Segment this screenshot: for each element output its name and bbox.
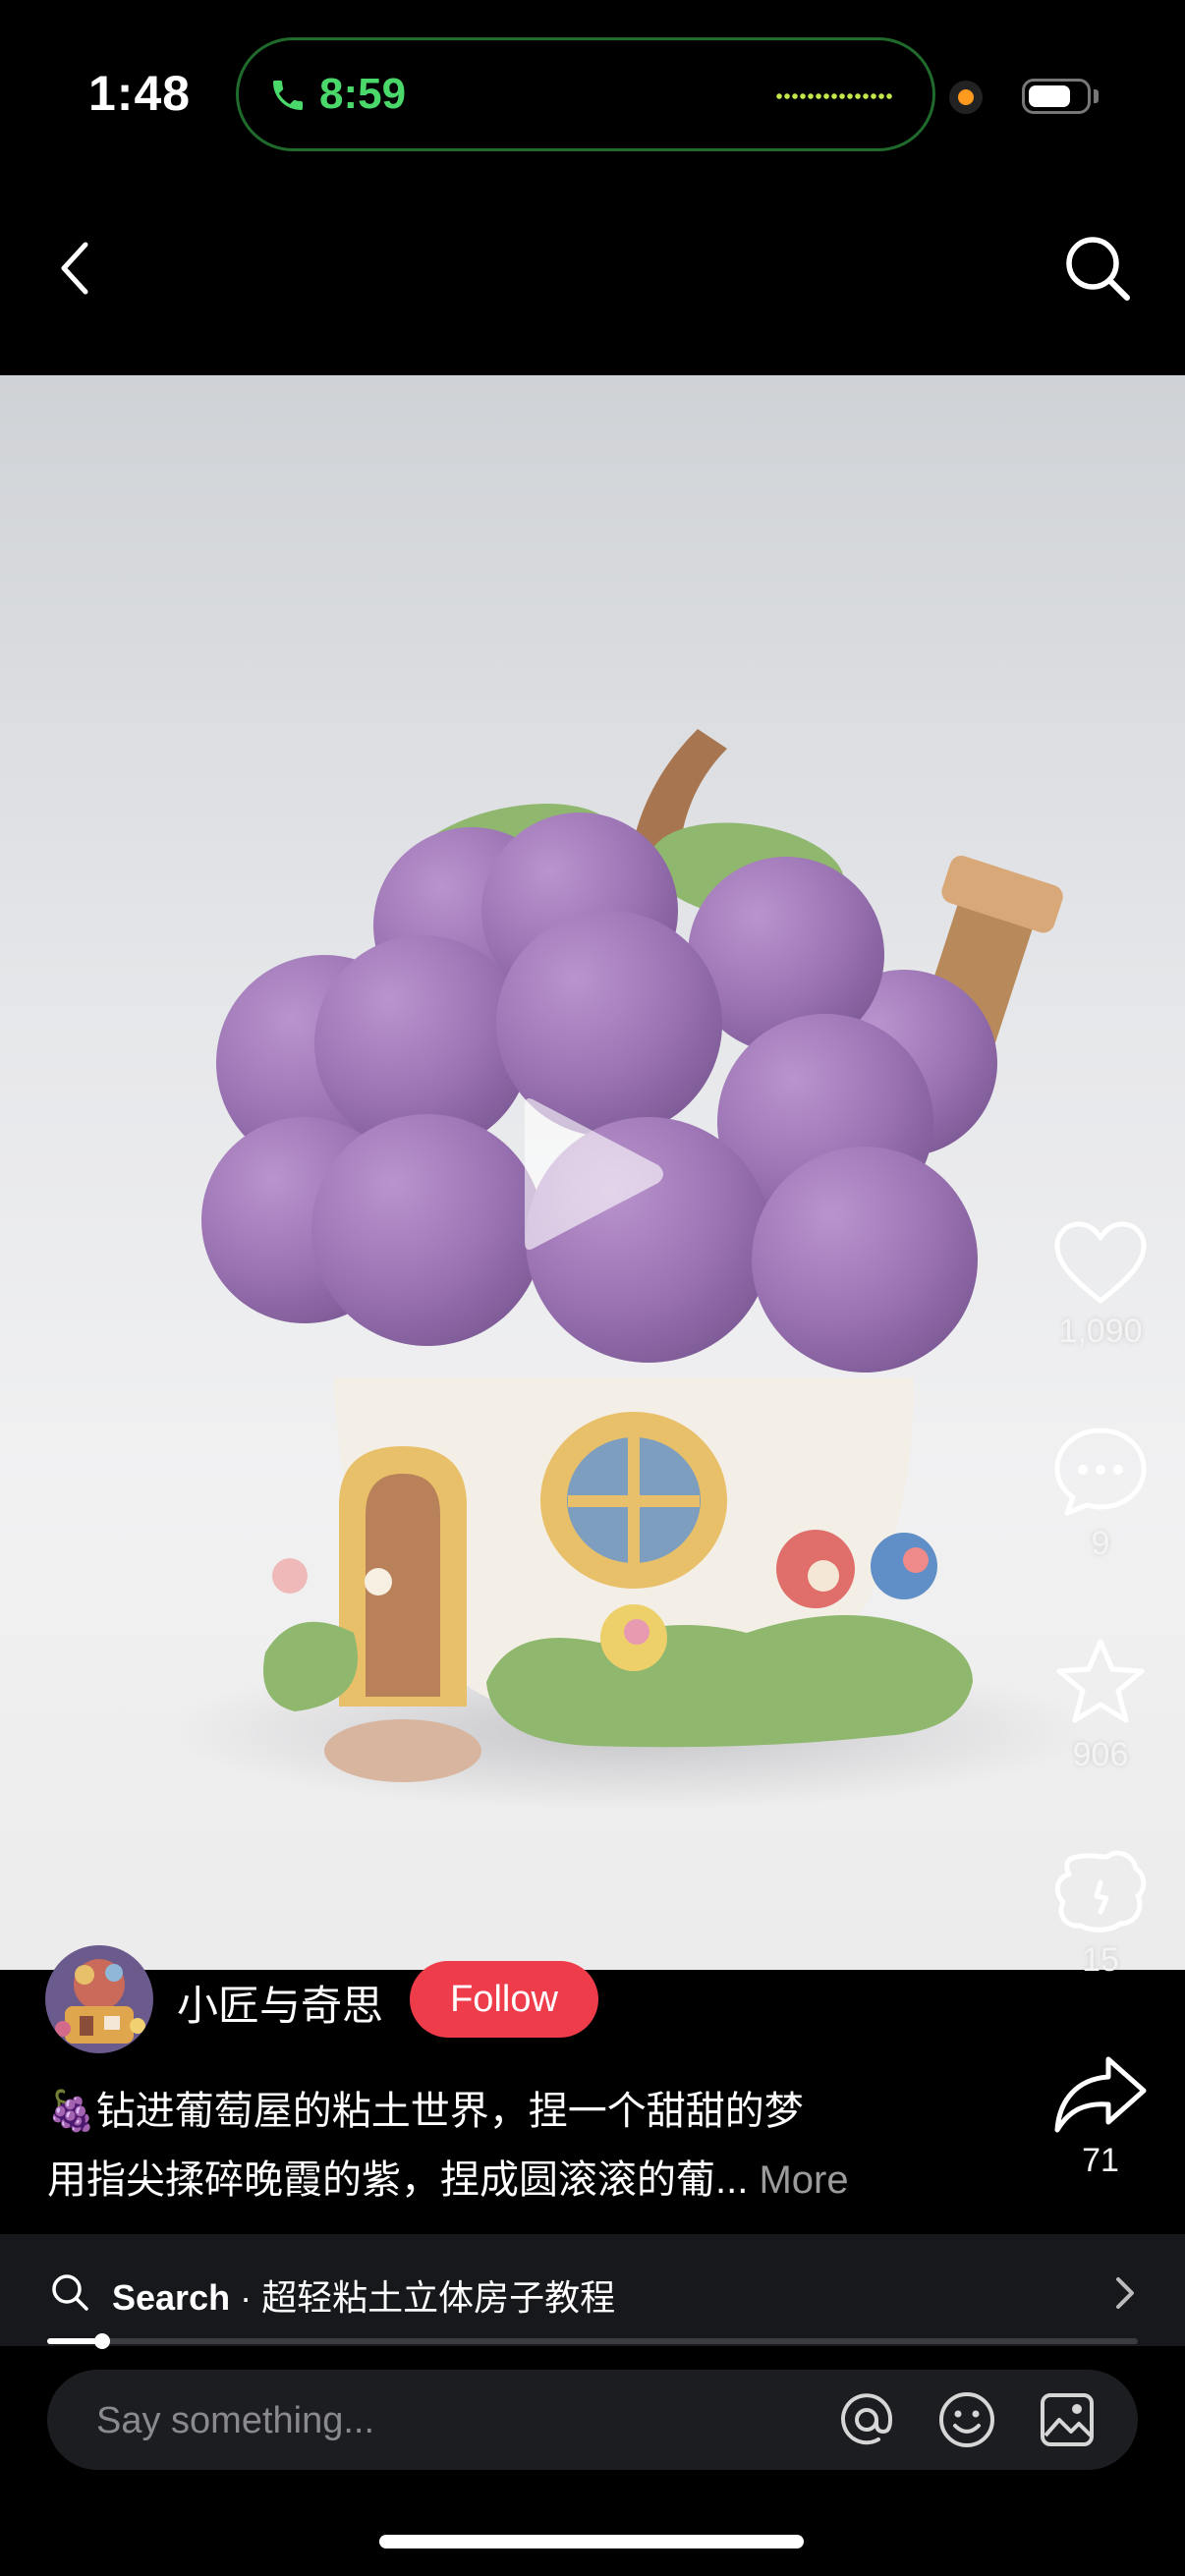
comment-count: 9 <box>1091 1525 1110 1562</box>
audio-wave-icon <box>775 92 893 100</box>
video-progress-handle[interactable] <box>94 2333 110 2349</box>
video-player[interactable] <box>0 375 1185 1970</box>
star-icon <box>1056 1639 1145 1723</box>
video-progress-bar[interactable] <box>47 2333 1138 2349</box>
author-avatar[interactable] <box>45 1945 153 2053</box>
share-arrow-icon <box>1054 2056 1147 2133</box>
comment-button[interactable]: 9 <box>1022 1425 1179 1563</box>
home-indicator[interactable] <box>379 2535 804 2548</box>
image-icon[interactable] <box>1038 2390 1097 2449</box>
play-icon[interactable] <box>521 1091 668 1258</box>
share-count: 71 <box>1082 2142 1119 2179</box>
battery-icon <box>1022 79 1091 114</box>
comment-bubble-icon <box>1054 1428 1147 1516</box>
battery-level <box>1029 85 1070 107</box>
search-keyword: Search <box>112 2277 231 2318</box>
status-time: 1:48 <box>88 66 192 121</box>
call-timer: 8:59 <box>319 70 407 118</box>
search-icon <box>52 2274 88 2311</box>
back-button[interactable] <box>31 224 120 312</box>
search-button[interactable] <box>1053 224 1142 312</box>
author-name[interactable]: 小匠与奇思 <box>177 1973 383 2033</box>
heart-icon <box>1054 1221 1147 1304</box>
favorite-button[interactable]: 906 <box>1022 1636 1179 1774</box>
caption-line-1: 🍇钻进葡萄屋的粘土世界，捏一个甜甜的梦 <box>47 2090 804 2133</box>
search-query: 超轻粘土立体房子教程 <box>261 2277 616 2318</box>
like-button[interactable]: 1,090 <box>1022 1218 1179 1351</box>
search-separator: · <box>230 2277 262 2318</box>
mention-icon[interactable] <box>837 2390 896 2449</box>
related-search-label[interactable]: Search · 超轻粘土立体房子教程 <box>112 2269 615 2321</box>
avatar-image <box>45 1945 153 2053</box>
favorite-count: 906 <box>1072 1736 1129 1773</box>
privacy-indicator-icon <box>949 81 983 114</box>
caption-line-2-text: 用指尖揉碎晚霞的紫，捏成圆滚滚的葡... <box>47 2158 749 2202</box>
gift-icon <box>1054 1850 1147 1932</box>
comment-bar <box>47 2370 1138 2472</box>
gift-count: 15 <box>1082 1941 1119 1979</box>
dynamic-island-call[interactable]: 8:59 <box>236 37 935 151</box>
emoji-icon[interactable] <box>937 2390 996 2449</box>
follow-button[interactable]: Follow <box>410 1961 598 2038</box>
search-icon <box>1066 237 1130 301</box>
share-button[interactable]: 71 <box>1022 2051 1179 2180</box>
chevron-right-icon[interactable] <box>1112 2273 1138 2313</box>
caption-line-2: 用指尖揉碎晚霞的紫，捏成圆滚滚的葡... More <box>47 2148 849 2205</box>
chevron-left-icon <box>61 242 88 295</box>
comment-input[interactable] <box>94 2370 845 2472</box>
more-link[interactable]: More <box>759 2158 848 2202</box>
phone-icon <box>273 81 303 110</box>
battery-cap <box>1094 89 1099 103</box>
like-count: 1,090 <box>1058 1313 1143 1350</box>
gift-button[interactable]: 15 <box>1022 1847 1179 1980</box>
